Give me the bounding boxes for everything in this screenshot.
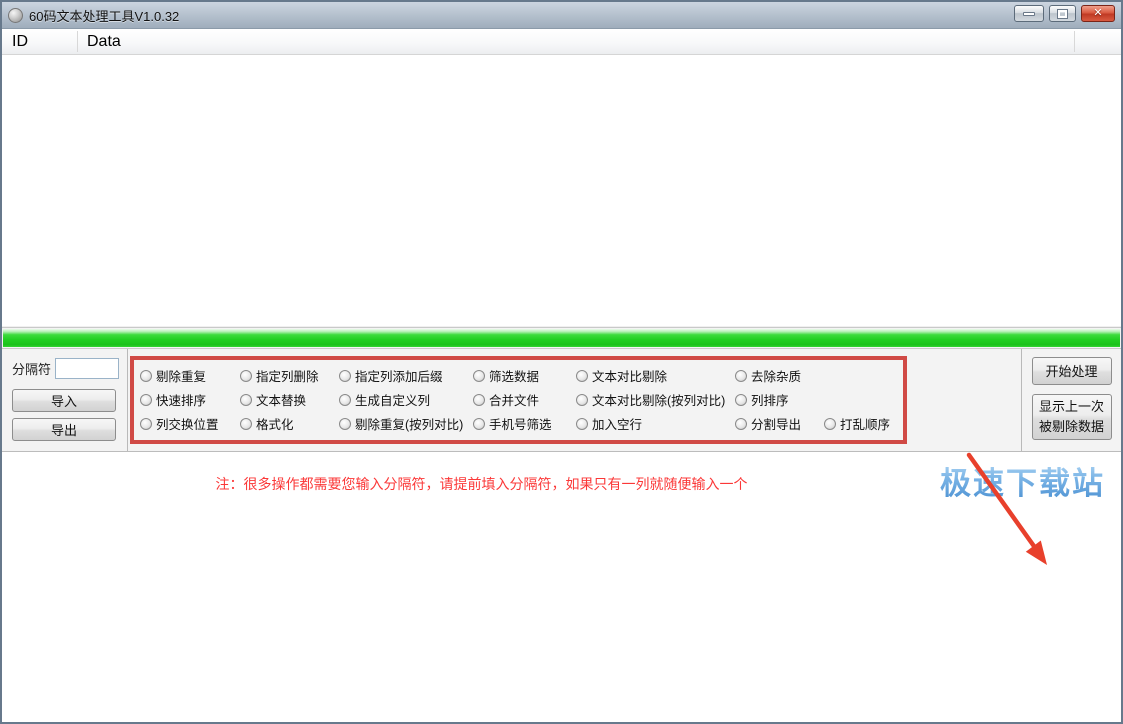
separator-input[interactable] <box>55 358 119 379</box>
separator-hint-note: 注：很多操作都需要您输入分隔符，请提前填入分隔符，如果只有一列就随便输入一个 <box>2 474 961 494</box>
radio-option-remove-impurities[interactable]: 去除杂质 <box>735 366 824 385</box>
export-button[interactable]: 导出 <box>12 418 116 441</box>
list-body-empty[interactable] <box>2 55 1121 326</box>
radio-icon[interactable] <box>140 370 152 382</box>
radio-option-remove-duplicates-by-column[interactable]: 剔除重复(按列对比) <box>339 414 473 433</box>
operations-area: 剔除重复 指定列删除 指定列添加后缀 筛选数据 文本对比剔除 去除杂质 快速排序… <box>128 349 1021 451</box>
radio-icon[interactable] <box>339 394 351 406</box>
watermark-text: 极速下载站 <box>940 458 1105 503</box>
radio-icon[interactable] <box>240 394 252 406</box>
minimize-button[interactable] <box>1014 5 1044 22</box>
radio-icon[interactable] <box>576 418 588 430</box>
radio-option-remove-duplicates[interactable]: 剔除重复 <box>140 366 240 385</box>
operations-highlight-box: 剔除重复 指定列删除 指定列添加后缀 筛选数据 文本对比剔除 去除杂质 快速排序… <box>130 356 907 444</box>
radio-option-quick-sort[interactable]: 快速排序 <box>140 390 240 409</box>
radio-icon[interactable] <box>576 370 588 382</box>
radio-icon[interactable] <box>240 418 252 430</box>
radio-icon[interactable] <box>824 418 836 430</box>
window-controls: ✕ <box>1014 2 1115 28</box>
radio-icon[interactable] <box>339 418 351 430</box>
radio-option-add-suffix-to-column[interactable]: 指定列添加后缀 <box>339 366 473 385</box>
radio-option-format[interactable]: 格式化 <box>240 414 339 433</box>
radio-icon[interactable] <box>735 418 747 430</box>
column-header-id[interactable]: ID <box>2 33 77 51</box>
close-button[interactable]: ✕ <box>1081 5 1115 22</box>
radio-icon[interactable] <box>473 394 485 406</box>
app-icon <box>8 8 23 23</box>
window-title: 60码文本处理工具V1.0.32 <box>29 6 179 25</box>
radio-icon[interactable] <box>473 418 485 430</box>
radio-option-delete-specified-column[interactable]: 指定列删除 <box>240 366 339 385</box>
title-bar: 60码文本处理工具V1.0.32 ✕ <box>2 2 1121 29</box>
radio-option-generate-custom-column[interactable]: 生成自定义列 <box>339 390 473 409</box>
column-divider <box>77 31 78 52</box>
radio-icon[interactable] <box>735 394 747 406</box>
start-processing-button[interactable]: 开始处理 <box>1032 357 1112 385</box>
radio-icon[interactable] <box>140 394 152 406</box>
minimize-icon <box>1023 12 1035 16</box>
io-panel: 分隔符 导入 导出 <box>2 349 128 451</box>
separator-label: 分隔符 <box>12 359 51 378</box>
data-list-view: ID Data <box>2 29 1121 326</box>
radio-icon[interactable] <box>240 370 252 382</box>
maximize-button[interactable] <box>1049 5 1076 22</box>
radio-icon[interactable] <box>735 370 747 382</box>
radio-option-filter-data[interactable]: 筛选数据 <box>473 366 576 385</box>
radio-option-phone-number-filter[interactable]: 手机号筛选 <box>473 414 576 433</box>
option-row: 剔除重复 指定列删除 指定列添加后缀 筛选数据 文本对比剔除 去除杂质 <box>140 364 903 388</box>
close-icon: ✕ <box>1093 8 1102 19</box>
action-panel: 开始处理 显示上一次被剔除数据 <box>1021 349 1121 451</box>
radio-icon[interactable] <box>140 418 152 430</box>
column-divider <box>1074 31 1075 52</box>
maximize-icon <box>1058 10 1067 18</box>
progress-bar-fill <box>3 329 1120 347</box>
radio-option-text-compare-remove[interactable]: 文本对比剔除 <box>576 366 735 385</box>
radio-option-shuffle-order[interactable]: 打乱顺序 <box>824 414 899 433</box>
option-row: 快速排序 文本替换 生成自定义列 合并文件 文本对比剔除(按列对比) 列排序 <box>140 388 903 412</box>
radio-option-text-replace[interactable]: 文本替换 <box>240 390 339 409</box>
footer: 注：很多操作都需要您输入分隔符，请提前填入分隔符，如果只有一列就随便输入一个 极… <box>2 451 1121 723</box>
radio-option-swap-columns[interactable]: 列交换位置 <box>140 414 240 433</box>
radio-option-insert-blank-line[interactable]: 加入空行 <box>576 414 735 433</box>
radio-icon[interactable] <box>339 370 351 382</box>
import-button[interactable]: 导入 <box>12 389 116 412</box>
column-header-data[interactable]: Data <box>77 33 121 51</box>
radio-icon[interactable] <box>473 370 485 382</box>
progress-bar <box>2 327 1121 349</box>
radio-icon[interactable] <box>576 394 588 406</box>
radio-option-split-export[interactable]: 分割导出 <box>735 414 824 433</box>
control-panel: 分隔符 导入 导出 剔除重复 指定列删除 指定列添加后缀 筛选数据 文本对比剔除… <box>2 349 1121 451</box>
app-window: 60码文本处理工具V1.0.32 ✕ ID Data 分隔符 导入 导出 <box>0 0 1123 724</box>
radio-option-text-compare-remove-by-column[interactable]: 文本对比剔除(按列对比) <box>576 390 735 409</box>
show-last-removed-button[interactable]: 显示上一次被剔除数据 <box>1032 394 1112 440</box>
radio-option-column-sort[interactable]: 列排序 <box>735 390 824 409</box>
list-header: ID Data <box>2 29 1121 55</box>
option-row: 列交换位置 格式化 剔除重复(按列对比) 手机号筛选 加入空行 分割导出 打乱顺… <box>140 412 903 436</box>
radio-option-merge-files[interactable]: 合并文件 <box>473 390 576 409</box>
